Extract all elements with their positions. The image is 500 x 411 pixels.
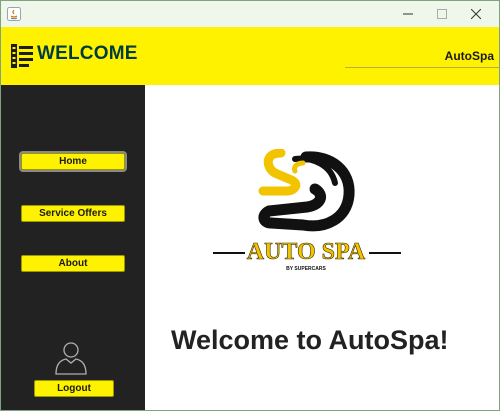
main-content: AUTO SPA BY SUPERCARS Welcome to AutoSpa… — [145, 85, 499, 410]
close-button[interactable] — [453, 1, 499, 27]
minimize-icon — [403, 13, 413, 15]
java-icon — [7, 7, 21, 21]
close-icon — [471, 9, 481, 19]
app-window: WELCOME AutoSpa Home Service Offers Abou… — [0, 0, 500, 411]
maximize-icon — [437, 9, 447, 19]
about-button[interactable]: About — [21, 255, 125, 272]
logo-text: AUTO SPA — [247, 239, 366, 265]
sidebar: Home Service Offers About Logout — [1, 85, 145, 410]
logo-tagline: BY SUPERCARS — [286, 266, 326, 272]
home-button[interactable]: Home — [19, 151, 127, 172]
title-bar[interactable] — [1, 1, 499, 27]
brand-name: AutoSpa — [444, 49, 494, 63]
user-icon — [55, 342, 87, 375]
autospa-logo: AUTO SPA BY SUPERCARS — [213, 149, 401, 272]
menu-list-icon — [11, 44, 33, 68]
welcome-message: Welcome to AutoSpa! — [171, 325, 449, 355]
app-header: WELCOME AutoSpa — [1, 27, 499, 85]
brand-underline — [345, 67, 499, 68]
logout-button[interactable]: Logout — [34, 380, 114, 397]
header-title: WELCOME — [37, 43, 138, 64]
service-offers-button[interactable]: Service Offers — [21, 205, 125, 222]
